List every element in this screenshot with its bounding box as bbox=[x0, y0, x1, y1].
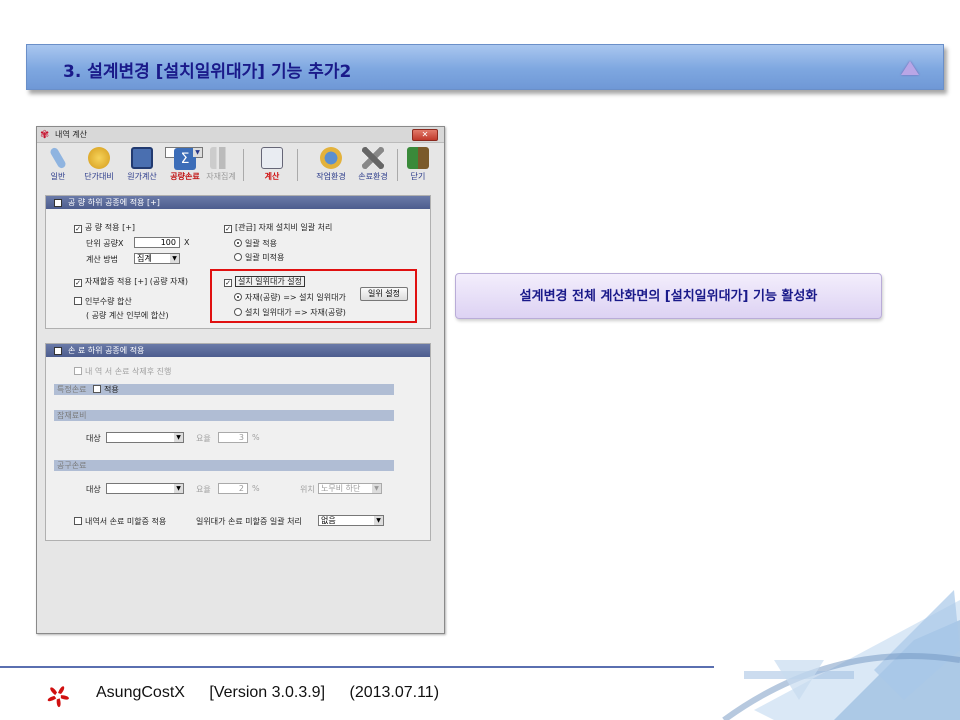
radio-noapply[interactable]: 일괄 미적용 bbox=[234, 252, 284, 263]
unit-label: 단위 공량X bbox=[86, 239, 124, 248]
tab-labor-label: 공량손료 bbox=[170, 172, 200, 181]
tab-unitprice-label: 단가대비 bbox=[84, 172, 114, 181]
method-value: 집계 bbox=[137, 254, 152, 263]
footer-app: AsungCostX bbox=[96, 684, 185, 701]
drafting-tools-decoration bbox=[722, 590, 960, 720]
ilwi-loss-label: 일위대가 손료 미할증 일괄 처리 bbox=[196, 517, 302, 526]
title-banner: 3. 설계변경 [설치일위대가] 기능 추가2 bbox=[26, 44, 944, 90]
footer-divider bbox=[0, 666, 714, 668]
book-icon bbox=[131, 147, 153, 169]
tab-general[interactable]: 일반 bbox=[43, 146, 73, 183]
close-window-label: 닫기 bbox=[410, 172, 426, 181]
position-value: 노무비 하단 bbox=[321, 484, 361, 493]
section1-header-text: 공 량 하위 공종에 적용 [+] bbox=[68, 198, 160, 207]
gongryang-checkbox[interactable]: ✓ 공 량 적용 [+] bbox=[74, 222, 135, 233]
loss-env-label: 손료환경 bbox=[358, 172, 388, 181]
misc-material-bar: 잡재료비 bbox=[54, 410, 394, 421]
rate-pct-2: % bbox=[252, 484, 260, 493]
special-loss-label: 특정손료 bbox=[57, 385, 87, 394]
toolbar: 일반 단가대비 원가계산 Σ 공량손료 자재집계 계산 작업환경 bbox=[41, 146, 439, 183]
rate-label-2: 요율 bbox=[196, 485, 211, 494]
tab-cost-label: 원가계산 bbox=[127, 172, 157, 181]
banner-title: 3. 설계변경 [설치일위대가] 기능 추가2 bbox=[63, 62, 352, 82]
tab-unitprice[interactable]: 단가대비 bbox=[79, 147, 119, 183]
footer-date: (2013.07.11) bbox=[349, 684, 440, 701]
window-titlebar: ✾ 내역 계산 ✕ bbox=[37, 127, 444, 143]
gwangeup-checkbox[interactable]: ✓ [관급] 자재 설치비 일괄 처리 bbox=[224, 222, 332, 233]
close-window-button[interactable]: 닫기 bbox=[403, 147, 433, 183]
ilwi-loss-value: 없음 bbox=[321, 516, 336, 525]
calculate-label: 계산 bbox=[264, 172, 280, 181]
delete-note-checkbox[interactable]: 내 역 서 손료 삭제후 진행 bbox=[74, 366, 171, 377]
material-surcharge-checkbox[interactable]: ✓ 자재할증 적용 [+] (공량 자재) bbox=[74, 276, 188, 287]
toolbar-divider bbox=[297, 149, 298, 181]
position-label: 위치 bbox=[300, 485, 315, 494]
section2-header: 손 료 하위 공종에 적용 bbox=[46, 344, 430, 357]
target-label-2: 대상 bbox=[86, 485, 101, 494]
tab-material[interactable]: 자재집계 bbox=[203, 147, 239, 183]
calculator-icon bbox=[261, 147, 283, 169]
footer-text: AsungCostX [Version 3.0.3.9] (2013.07.11… bbox=[96, 684, 459, 702]
gongryang-label: 공 량 적용 [+] bbox=[85, 223, 136, 232]
special-loss-bar: 특정손료 적용 bbox=[54, 384, 394, 395]
rate-pct-1: % bbox=[252, 433, 260, 442]
unit-input[interactable]: 100 bbox=[134, 237, 180, 248]
tools-icon bbox=[362, 147, 384, 169]
loss-env-button[interactable]: 손료환경 bbox=[353, 147, 393, 183]
tab-general-label: 일반 bbox=[50, 172, 66, 181]
missing-label: 내역서 손료 미할증 적용 bbox=[85, 517, 167, 526]
inbu-note: ( 공량 계산 인부에 합산) bbox=[86, 311, 169, 320]
app-logo-icon: ✾ bbox=[40, 128, 50, 141]
tab-cost[interactable]: 원가계산 bbox=[123, 147, 161, 183]
target-label-1: 대상 bbox=[86, 434, 101, 443]
loss-section: 손 료 하위 공종에 적용 내 역 서 손료 삭제후 진행 특정손료 적용 잡재… bbox=[45, 343, 431, 541]
calc-window: ✾ 내역 계산 ✕ 일반 단가대비 원가계산 Σ 공량손료 자재집계 계산 bbox=[36, 126, 445, 634]
calculate-button[interactable]: 계산 bbox=[255, 147, 289, 183]
window-title: 내역 계산 bbox=[55, 130, 87, 139]
toolbar-divider bbox=[397, 149, 398, 181]
apply-label: 적용 bbox=[104, 385, 119, 394]
work-env-label: 작업환경 bbox=[316, 172, 346, 181]
close-button[interactable]: ✕ bbox=[412, 129, 438, 141]
inbu-checkbox[interactable]: 인부수량 합산 bbox=[74, 296, 132, 307]
sigma-icon: Σ bbox=[174, 148, 196, 170]
rate-input-2[interactable]: 2 bbox=[218, 483, 248, 494]
method-select[interactable]: 집계 bbox=[134, 253, 180, 264]
rate-label-1: 요율 bbox=[196, 434, 211, 443]
callout-box: 설계변경 전체 계산화면의 [설치일위대가] 기능 활성화 bbox=[455, 273, 882, 319]
highlight-box bbox=[210, 269, 417, 323]
inbu-label: 인부수량 합산 bbox=[85, 297, 132, 306]
material-surcharge-label: 자재할증 적용 [+] (공량 자재) bbox=[85, 277, 188, 286]
radio-noapply-label: 일괄 미적용 bbox=[245, 253, 285, 262]
target-select-2[interactable] bbox=[106, 483, 184, 494]
section2-header-text: 손 료 하위 공종에 적용 bbox=[68, 346, 145, 355]
section1-header: 공 량 하위 공종에 적용 [+] bbox=[46, 196, 430, 209]
asung-logo-icon bbox=[47, 686, 69, 708]
position-select[interactable]: 노무비 하단 bbox=[318, 483, 382, 494]
coins-icon bbox=[88, 147, 110, 169]
bar-chart-icon bbox=[210, 147, 232, 169]
rate-input-1[interactable]: 3 bbox=[218, 432, 248, 443]
unit-suffix: X bbox=[184, 238, 190, 247]
exit-door-icon bbox=[407, 147, 429, 169]
gwangeup-label: [관급] 자재 설치비 일괄 처리 bbox=[235, 223, 333, 232]
collapse-triangle-icon[interactable] bbox=[901, 61, 919, 75]
missing-checkbox[interactable]: 내역서 손료 미할증 적용 bbox=[74, 516, 166, 527]
method-label: 계산 방법 bbox=[86, 255, 118, 264]
tab-material-label: 자재집계 bbox=[206, 172, 236, 181]
footer-version: [Version 3.0.3.9] bbox=[209, 684, 326, 701]
pencil-icon bbox=[49, 146, 67, 170]
toolbar-divider bbox=[243, 149, 244, 181]
work-env-button[interactable]: 작업환경 bbox=[311, 147, 351, 183]
delete-note-label: 내 역 서 손료 삭제후 진행 bbox=[85, 367, 172, 376]
target-select-1[interactable] bbox=[106, 432, 184, 443]
radio-apply[interactable]: 일괄 적용 bbox=[234, 238, 277, 249]
apply-checkbox[interactable]: 적용 bbox=[93, 385, 119, 394]
tool-loss-bar: 공구손료 bbox=[54, 460, 394, 471]
radio-apply-label: 일괄 적용 bbox=[245, 239, 277, 248]
ilwi-loss-select[interactable]: 없음 bbox=[318, 515, 384, 526]
gear-icon bbox=[320, 147, 342, 169]
tab-labor[interactable]: Σ 공량손료 bbox=[165, 147, 203, 181]
